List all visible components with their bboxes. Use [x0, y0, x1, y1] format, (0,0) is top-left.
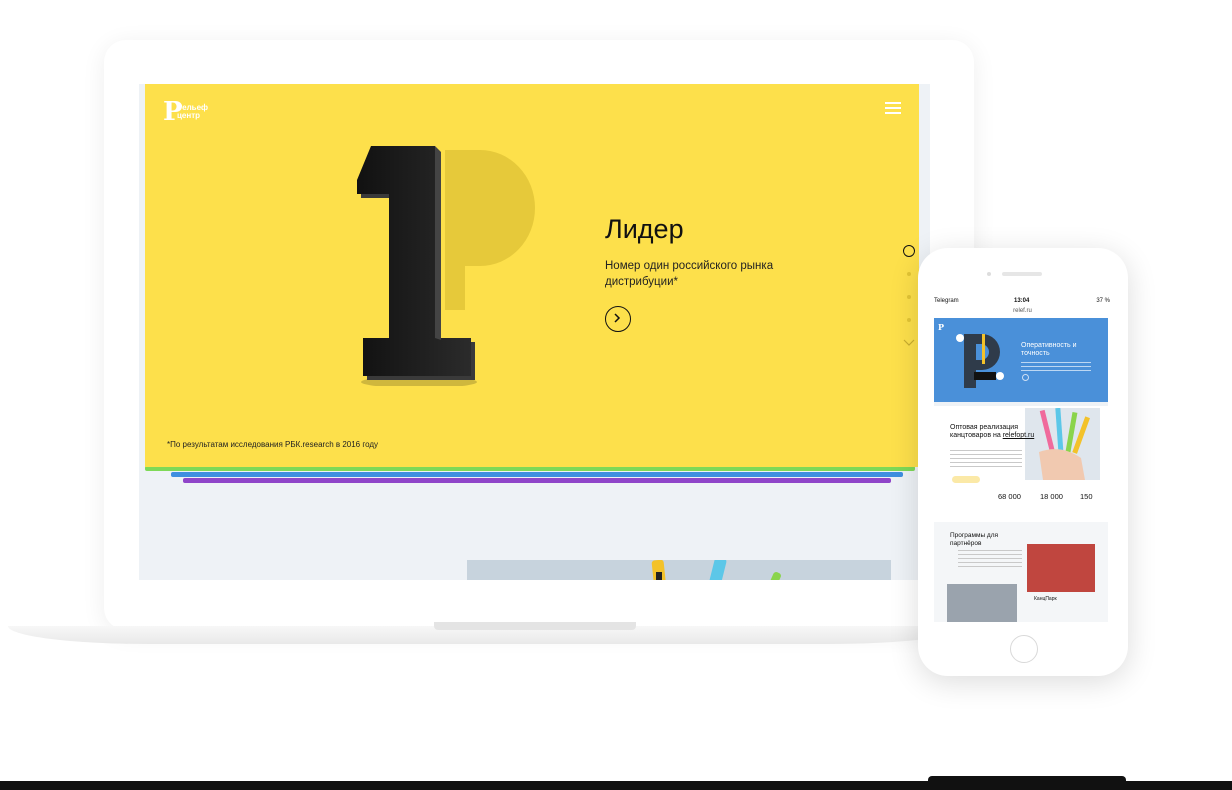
mobile-hero-next-button[interactable] — [1022, 374, 1029, 381]
status-time: 13:04 — [1014, 298, 1030, 304]
hero-footnote: *По результатам исследования РБК.researc… — [167, 440, 379, 449]
mobile-pens-image — [1025, 407, 1100, 480]
hero-subtitle: Номер один российского рынка дистрибуции… — [605, 260, 774, 288]
mobile-logo-icon[interactable]: Р — [938, 322, 944, 332]
phone-speaker — [1002, 272, 1042, 276]
big-number-one-icon — [357, 146, 477, 386]
partners-image-2 — [947, 584, 1017, 622]
stat-value: 18 000 — [1040, 492, 1063, 501]
site-logo[interactable]: Р Рельеф центр — [163, 99, 233, 126]
status-app: Telegram — [934, 298, 959, 304]
logo-text-line2: центр — [177, 111, 201, 120]
chevron-right-icon — [614, 313, 621, 323]
pagination-dot[interactable] — [907, 318, 911, 322]
phone-device: Telegram 13:04 37 % relef.ru Р Оперативн… — [918, 248, 1128, 676]
partners-image-1 — [1027, 544, 1095, 592]
bottom-bar — [0, 781, 1232, 790]
phone-home-button[interactable] — [1010, 635, 1038, 663]
phone-screen: Telegram 13:04 37 % relef.ru Р Оперативн… — [931, 296, 1114, 622]
hero-slide: Р Рельеф центр Лидер Номер один российск… — [145, 84, 919, 467]
status-battery: 37 % — [1096, 298, 1110, 304]
decor-strip-purple — [183, 478, 891, 483]
mobile-wholesale-button[interactable] — [952, 476, 980, 483]
laptop-notch — [434, 622, 636, 630]
decor-strip-blue — [171, 472, 903, 477]
mobile-divider — [934, 402, 1108, 406]
partners-item-label[interactable]: КанцПарк — [1034, 596, 1057, 603]
hero-title: Лидер — [605, 214, 684, 244]
mobile-hero-title: Оперативность и точность — [1021, 342, 1077, 357]
menu-burger-icon[interactable] — [885, 102, 901, 114]
stat-value: 150 — [1080, 492, 1093, 501]
mobile-wholesale-text — [950, 450, 1022, 470]
mobile-wholesale-section: Оптовая реализация канцтоваров на relefo… — [934, 407, 1108, 522]
section-preview-image — [467, 560, 891, 580]
chevron-down-icon[interactable] — [903, 339, 915, 347]
pagination-dot-active[interactable] — [903, 245, 915, 257]
mobile-stats: 68 000 18 000 150 — [998, 492, 1108, 506]
phone-camera — [987, 272, 991, 276]
address-bar[interactable]: relef.ru — [931, 306, 1114, 316]
hero-next-button[interactable] — [605, 306, 631, 332]
relefopt-link[interactable]: relefopt.ru — [1003, 432, 1035, 439]
mobile-wholesale-title: Оптовая реализация канцтоваров на relefo… — [950, 424, 1035, 439]
slide-pagination — [902, 245, 916, 349]
mobile-partners-section: Программы для партнёров КанцПарк — [934, 522, 1108, 622]
status-bar: Telegram 13:04 37 % — [931, 296, 1114, 306]
pens-image-icon — [651, 560, 781, 580]
laptop-screen: Р Рельеф центр Лидер Номер один российск… — [139, 84, 930, 580]
pagination-dot[interactable] — [907, 272, 911, 276]
mobile-partners-text — [958, 550, 1022, 570]
mobile-hero-text — [1021, 362, 1091, 374]
pagination-dot[interactable] — [907, 295, 911, 299]
stat-value: 68 000 — [998, 492, 1021, 501]
hero-art-icon — [956, 334, 1004, 388]
hand-pens-image-icon — [1039, 407, 1090, 480]
mobile-hero: Р Оперативность и точность — [934, 318, 1108, 402]
mobile-partners-title: Программы для партнёров — [950, 532, 999, 547]
